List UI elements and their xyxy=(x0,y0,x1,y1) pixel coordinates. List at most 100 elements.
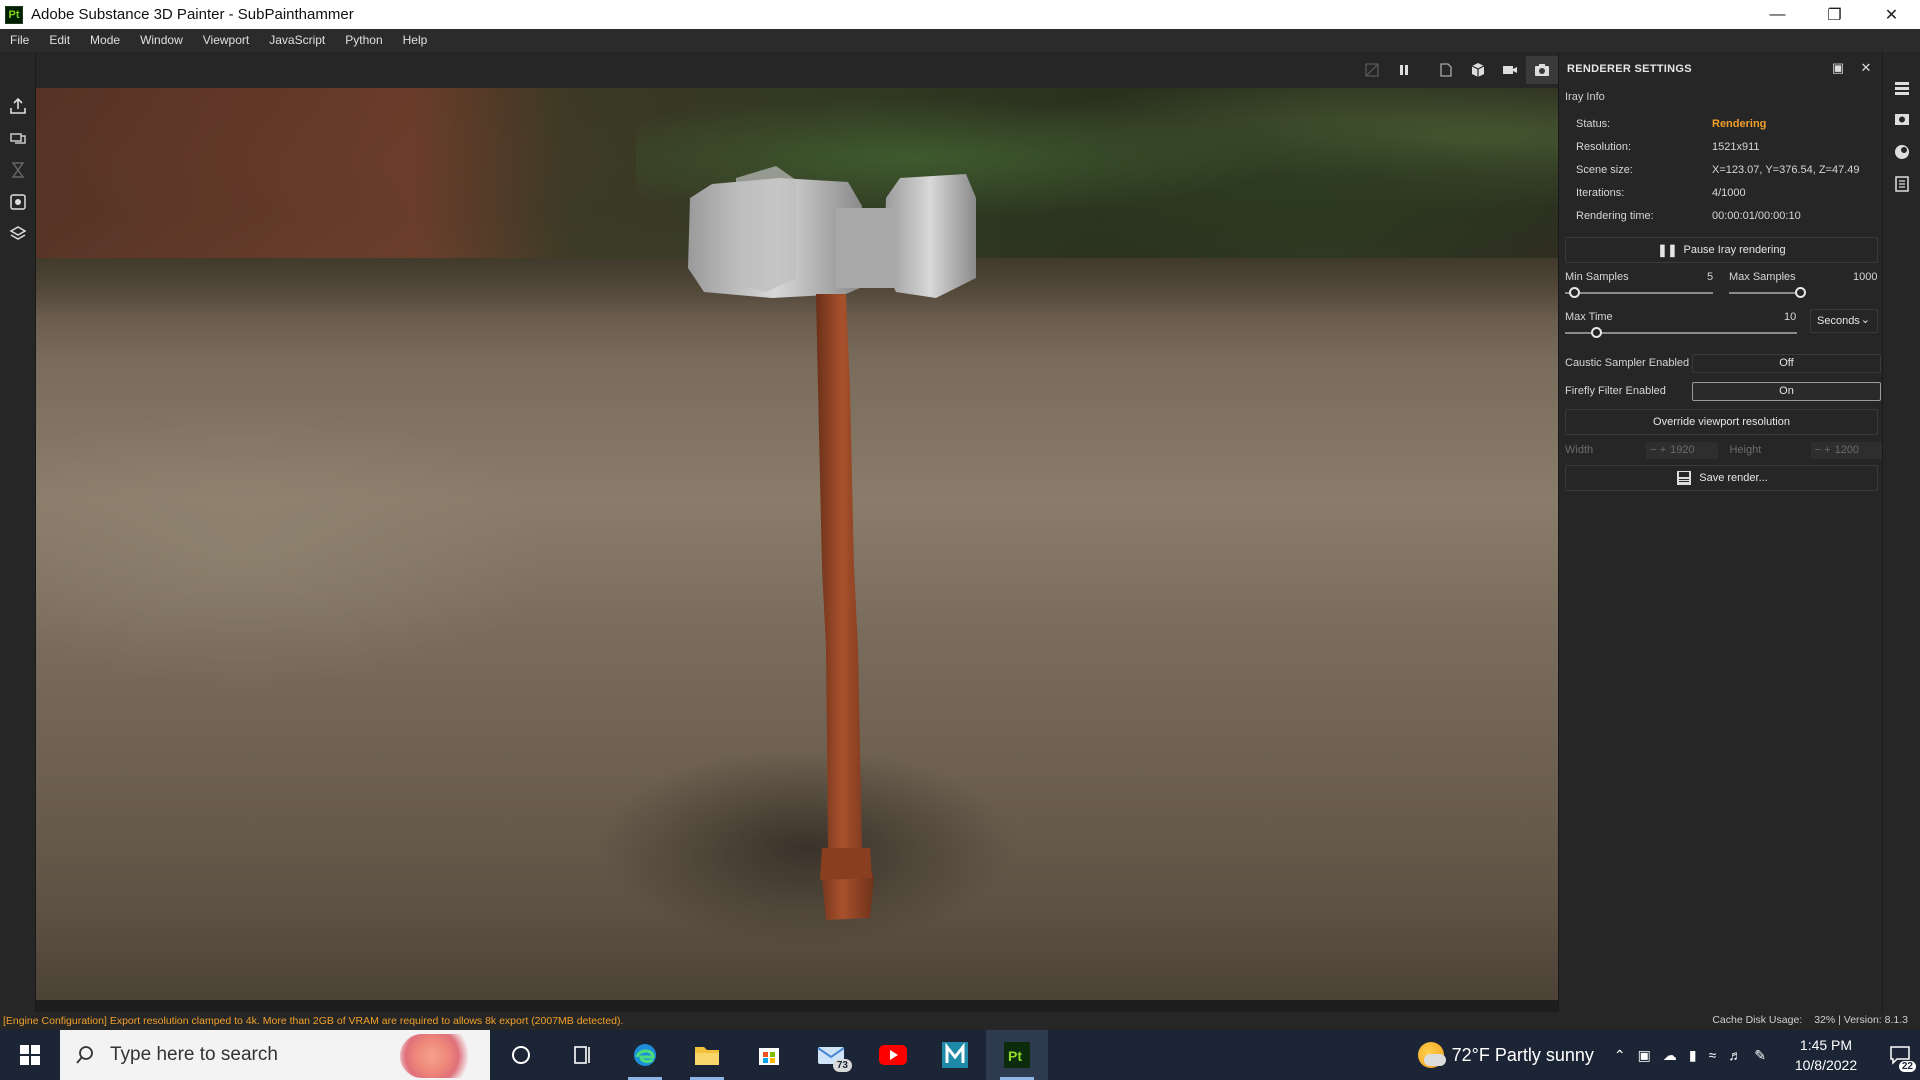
substance-painter-icon[interactable]: Pt xyxy=(986,1030,1048,1080)
app-logo-icon: Pt xyxy=(5,5,23,24)
task-view-icon[interactable] xyxy=(552,1030,614,1080)
resolution-row: Width − +1920 Height − +1200 xyxy=(1559,435,1883,465)
max-time-slider: Max Time 10 Seconds ⌄ xyxy=(1559,309,1882,349)
iray-icon[interactable] xyxy=(0,186,36,218)
screenshot-icon[interactable] xyxy=(1526,56,1558,84)
max-samples-thumb[interactable] xyxy=(1795,287,1806,298)
close-panel-icon[interactable]: ✕ xyxy=(1858,60,1874,76)
max-samples-track[interactable] xyxy=(1729,292,1801,294)
hammer-model xyxy=(688,166,976,920)
battery-icon[interactable]: ▮ xyxy=(1689,1047,1697,1064)
onedrive-icon[interactable]: ☁ xyxy=(1663,1047,1677,1064)
wifi-icon[interactable]: ≈ xyxy=(1709,1047,1717,1064)
notification-center-icon[interactable]: 22 xyxy=(1880,1030,1920,1080)
chevron-down-icon: ⌄ xyxy=(1860,314,1870,326)
close-button[interactable]: ✕ xyxy=(1863,0,1920,29)
partly-sunny-icon xyxy=(1417,1042,1446,1068)
notification-count: 22 xyxy=(1898,1061,1916,1072)
viewport-3d[interactable] xyxy=(36,88,1558,1000)
caustic-row: Caustic Sampler Enabled Off xyxy=(1559,349,1882,377)
window-title: Adobe Substance 3D Painter - SubPaintham… xyxy=(31,6,354,23)
cache-label: Cache Disk Usage: xyxy=(1712,1014,1803,1026)
clock[interactable]: 1:45 PM 10/8/2022 xyxy=(1782,1035,1870,1075)
device-icon[interactable]: ▣ xyxy=(1638,1047,1651,1064)
right-icon-bar xyxy=(1882,52,1920,1012)
status-value: Rendering xyxy=(1712,117,1767,130)
shader-icon[interactable] xyxy=(1883,136,1920,168)
width-spinbox[interactable]: − +1920 xyxy=(1646,441,1718,459)
override-resolution-button[interactable]: Override viewport resolution xyxy=(1565,409,1878,435)
frame-icon[interactable] xyxy=(1430,56,1462,84)
info-status-row: Status: Rendering xyxy=(1576,117,1767,130)
hide-icon[interactable] xyxy=(1356,56,1388,84)
pause-icon[interactable] xyxy=(1388,56,1420,84)
min-samples-track[interactable] xyxy=(1565,292,1713,294)
save-render-button[interactable]: Save render... xyxy=(1565,465,1878,491)
samples-sliders: Min Samples 5 Max Samples 1000 xyxy=(1559,269,1882,309)
svg-text:Pt: Pt xyxy=(1008,1048,1022,1064)
pause-iray-button[interactable]: ❚❚ Pause Iray rendering xyxy=(1565,237,1878,263)
cache-value: 32% | Version: 8.1.3 xyxy=(1814,1014,1908,1026)
status-message: [Engine Configuration] Export resolution… xyxy=(3,1015,624,1027)
left-toolbar xyxy=(0,52,36,1012)
maya-icon[interactable] xyxy=(924,1030,986,1080)
mail-badge: 73 xyxy=(832,1059,852,1072)
menu-help[interactable]: Help xyxy=(393,29,438,52)
chevron-up-icon[interactable]: ⌃ xyxy=(1614,1047,1626,1064)
layers-icon[interactable] xyxy=(1883,72,1920,104)
hourglass-icon[interactable] xyxy=(0,154,36,186)
title-bar: Pt Adobe Substance 3D Painter - SubPaint… xyxy=(0,0,1920,29)
restore-button[interactable]: ❐ xyxy=(1806,0,1863,29)
firefly-toggle[interactable]: On xyxy=(1692,381,1881,401)
display-settings-icon[interactable] xyxy=(1883,104,1920,136)
cortana-icon[interactable] xyxy=(490,1030,552,1080)
pause-icon: ❚❚ xyxy=(1657,243,1678,257)
menu-javascript[interactable]: JavaScript xyxy=(259,29,335,52)
minimize-button[interactable]: — xyxy=(1749,0,1806,29)
menu-file[interactable]: File xyxy=(0,29,39,52)
iray-info-label: Iray Info xyxy=(1565,91,1605,103)
caustic-toggle[interactable]: Off xyxy=(1692,353,1881,373)
firefly-row: Firefly Filter Enabled On xyxy=(1559,377,1882,405)
float-panel-icon[interactable]: ▣ xyxy=(1830,60,1846,76)
menu-mode[interactable]: Mode xyxy=(80,29,130,52)
search-icon xyxy=(76,1046,93,1064)
viewport-toolbar xyxy=(36,52,1558,88)
windows-taskbar: Type here to search 73 Pt 72°F Partly su… xyxy=(0,1030,1920,1080)
panel-title: RENDERER SETTINGS xyxy=(1567,63,1692,75)
weather-widget[interactable]: 72°F Partly sunny xyxy=(1417,1042,1594,1068)
youtube-icon[interactable] xyxy=(862,1030,924,1080)
texture-set-icon[interactable] xyxy=(1883,168,1920,200)
shelf-icon[interactable] xyxy=(0,218,36,250)
menu-window[interactable]: Window xyxy=(130,29,193,52)
export-icon[interactable] xyxy=(0,90,36,122)
menu-bar: File Edit Mode Window Viewport JavaScrip… xyxy=(0,29,1920,52)
renderer-settings-panel: RENDERER SETTINGS ▣ ✕ Iray Info Status: … xyxy=(1558,52,1883,1012)
info-resolution-row: Resolution: 1521x911 xyxy=(1576,140,1760,153)
system-tray: 72°F Partly sunny ⌃ ▣ ☁ ▮ ≈ ♬ ✎ 1:45 PM … xyxy=(1417,1030,1920,1080)
info-iterations-row: Iterations: 4/1000 xyxy=(1576,186,1746,199)
start-button[interactable] xyxy=(0,1030,60,1080)
max-time-thumb[interactable] xyxy=(1591,327,1602,338)
save-icon xyxy=(1677,471,1692,485)
menu-python[interactable]: Python xyxy=(335,29,392,52)
cube-icon[interactable] xyxy=(1462,56,1494,84)
status-bar: [Engine Configuration] Export resolution… xyxy=(0,1012,1920,1030)
pen-icon[interactable]: ✎ xyxy=(1754,1047,1766,1064)
bake-icon[interactable] xyxy=(0,122,36,154)
taskbar-search[interactable]: Type here to search xyxy=(60,1030,490,1080)
camera-icon[interactable] xyxy=(1494,56,1526,84)
min-samples-thumb[interactable] xyxy=(1569,287,1580,298)
menu-edit[interactable]: Edit xyxy=(39,29,80,52)
file-explorer-icon[interactable] xyxy=(676,1030,738,1080)
info-rendering-time-row: Rendering time: 00:00:01/00:00:10 xyxy=(1576,209,1801,222)
info-scene-size-row: Scene size: X=123.07, Y=376.54, Z=47.49 xyxy=(1576,163,1860,176)
store-icon[interactable] xyxy=(738,1030,800,1080)
height-spinbox[interactable]: − +1200 xyxy=(1810,441,1883,459)
mail-icon[interactable]: 73 xyxy=(800,1030,862,1080)
volume-icon[interactable]: ♬ xyxy=(1728,1047,1742,1064)
time-unit-dropdown[interactable]: Seconds ⌄ xyxy=(1810,309,1878,333)
edge-icon[interactable] xyxy=(614,1030,676,1080)
menu-viewport[interactable]: Viewport xyxy=(193,29,259,52)
windows-icon xyxy=(20,1045,40,1065)
